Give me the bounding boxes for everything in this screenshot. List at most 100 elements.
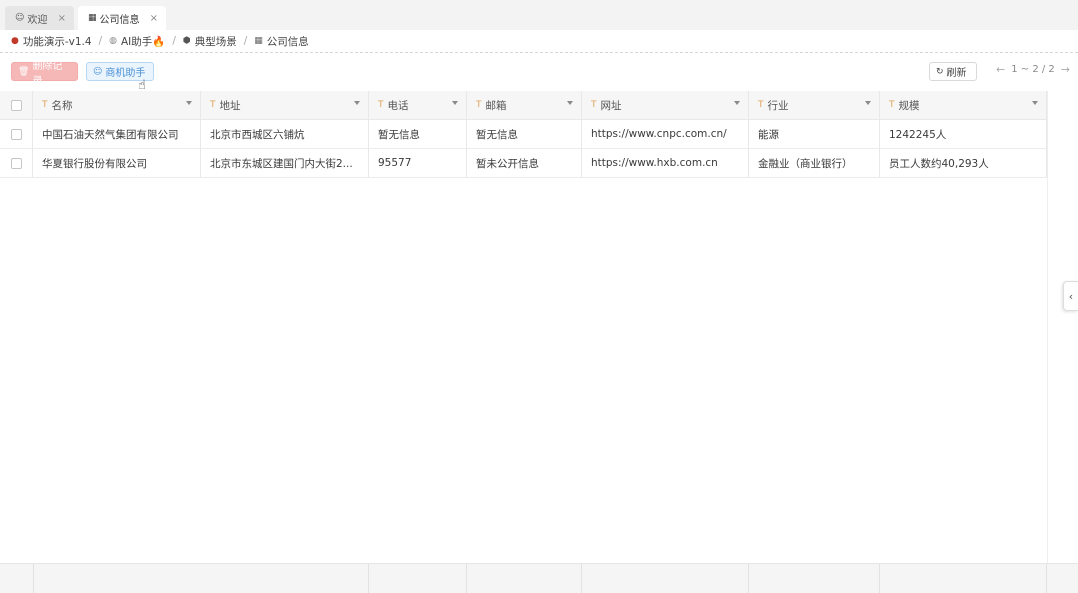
footer-cell	[34, 564, 369, 593]
column-label: 规模	[898, 99, 920, 112]
column-header-email[interactable]: T 邮箱	[467, 91, 582, 119]
table-cell[interactable]: 暂无信息	[467, 120, 582, 148]
close-icon[interactable]: ×	[58, 13, 66, 24]
tab-label: 公司信息	[99, 14, 140, 26]
footer-cell	[582, 564, 749, 593]
column-header-address[interactable]: T 地址	[201, 91, 369, 119]
table-cell[interactable]: 暂未公开信息	[467, 149, 582, 177]
text-type-icon: T	[591, 100, 597, 110]
text-type-icon: T	[889, 100, 895, 110]
app-logo-icon: ●	[11, 36, 19, 46]
table-cell[interactable]: 华夏银行股份有限公司	[33, 149, 201, 177]
breadcrumb-label: 功能演示-v1.4	[22, 35, 92, 48]
checkbox[interactable]	[10, 157, 22, 169]
column-label: 地址	[219, 99, 241, 112]
column-label: 名称	[51, 99, 73, 112]
text-type-icon: T	[476, 100, 482, 110]
pagination: ← 1 ~ 2 / 2 →	[990, 63, 1076, 76]
column-header-industry[interactable]: T 行业	[749, 91, 880, 119]
side-panel	[1047, 91, 1078, 563]
table-cell[interactable]: 1242245人	[880, 120, 1047, 148]
robot-icon: ☺	[93, 66, 103, 77]
table-cell[interactable]: https://www.cnpc.com.cn/	[582, 120, 749, 148]
toolbar: 🗑 删除记录 ☺ 商机助手 ↻ 刷新 ← 1 ~ 2 / 2 →	[0, 54, 1078, 88]
breadcrumb-item-ai[interactable]: ◍ AI助手🔥	[109, 34, 165, 49]
table-cell[interactable]: 北京市西城区六铺炕	[201, 120, 369, 148]
footer-cell	[749, 564, 880, 593]
table-icon: ▦	[88, 13, 97, 23]
table-row[interactable]: 中国石油天然气集团有限公司 北京市西城区六铺炕 暂无信息 暂无信息 https:…	[0, 120, 1047, 149]
column-header-scale[interactable]: T 规模	[880, 91, 1047, 119]
table-cell[interactable]: 金融业（商业银行）	[749, 149, 880, 177]
breadcrumb-label: 典型场景	[194, 35, 237, 48]
checkbox[interactable]	[10, 128, 22, 140]
footer-cell	[467, 564, 582, 593]
caret-down-icon[interactable]	[567, 101, 573, 105]
pagination-text: 1 ~ 2 / 2	[1011, 64, 1055, 75]
breadcrumb-item-app[interactable]: ● 功能演示-v1.4	[11, 34, 92, 49]
breadcrumb-label: 公司信息	[266, 35, 309, 48]
footer-cell	[880, 564, 1047, 593]
tab-label: 欢迎	[27, 14, 48, 26]
breadcrumb-label: AI助手🔥	[120, 35, 166, 48]
table-cell[interactable]: https://www.hxb.com.cn	[582, 149, 749, 177]
column-header-name[interactable]: T 名称	[33, 91, 201, 119]
table-cell[interactable]: 北京市东城区建国门内大街2...	[201, 149, 369, 177]
column-label: 网址	[600, 99, 622, 112]
button-label: 刷新	[946, 68, 967, 79]
table-header: T 名称 T 地址 T 电话 T 邮箱 T 网址 T 行业 T 规模	[0, 91, 1047, 120]
table-cell[interactable]: 暂无信息	[369, 120, 467, 148]
caret-down-icon[interactable]	[1032, 101, 1038, 105]
table-cell[interactable]: 员工人数约40,293人	[880, 149, 1047, 177]
delete-record-button[interactable]: 🗑 删除记录	[11, 61, 78, 87]
close-icon[interactable]: ×	[150, 13, 158, 24]
button-label: 删除记录	[32, 60, 63, 87]
smile-icon: ☺	[15, 13, 25, 23]
column-label: 电话	[387, 99, 409, 112]
caret-down-icon[interactable]	[354, 101, 360, 105]
table-cell[interactable]: 能源	[749, 120, 880, 148]
column-header-phone[interactable]: T 电话	[369, 91, 467, 119]
tab-bar: ☺ 欢迎 × ▦ 公司信息 ×	[0, 0, 1078, 30]
refresh-button[interactable]: ↻ 刷新	[929, 62, 977, 81]
tab-welcome[interactable]: ☺ 欢迎 ×	[5, 6, 74, 30]
tab-company-info[interactable]: ▦ 公司信息 ×	[78, 6, 166, 30]
row-select[interactable]	[0, 120, 33, 148]
app-window: ☺ 欢迎 × ▦ 公司信息 × ● 功能演示-v1.4 / ◍ AI助手🔥 / …	[0, 0, 1078, 593]
trash-icon: 🗑	[18, 66, 30, 77]
breadcrumb-separator: /	[98, 35, 103, 47]
breadcrumb-separator: /	[172, 35, 176, 47]
table-row[interactable]: 华夏银行股份有限公司 北京市东城区建国门内大街2... 95577 暂未公开信息…	[0, 149, 1047, 178]
column-label: 行业	[767, 99, 789, 112]
header-select-all[interactable]	[0, 91, 33, 119]
column-header-website[interactable]: T 网址	[582, 91, 749, 119]
prev-page-icon[interactable]: ←	[996, 63, 1005, 76]
button-label: 商机助手	[105, 68, 146, 79]
refresh-icon: ↻	[936, 66, 944, 77]
row-select[interactable]	[0, 149, 33, 177]
breadcrumb: ● 功能演示-v1.4 / ◍ AI助手🔥 / ⬢ 典型场景 / ▦ 公司信息	[0, 30, 1078, 53]
text-type-icon: T	[210, 100, 216, 110]
chevron-left-icon[interactable]: ‹	[1063, 281, 1078, 311]
breadcrumb-separator: /	[243, 35, 248, 47]
footer-cell	[369, 564, 467, 593]
text-type-icon: T	[758, 100, 764, 110]
caret-down-icon[interactable]	[865, 101, 871, 105]
caret-down-icon[interactable]	[734, 101, 740, 105]
breadcrumb-item-company[interactable]: ▦ 公司信息	[254, 34, 309, 49]
caret-down-icon[interactable]	[452, 101, 458, 105]
breadcrumb-item-scenario[interactable]: ⬢ 典型场景	[183, 34, 237, 49]
text-type-icon: T	[378, 100, 384, 110]
table-cell[interactable]: 中国石油天然气集团有限公司	[33, 120, 201, 148]
next-page-icon[interactable]: →	[1061, 63, 1070, 76]
shield-icon: ⬢	[182, 36, 191, 46]
robot-icon: ◍	[109, 36, 117, 46]
checkbox[interactable]	[10, 99, 22, 111]
column-label: 邮箱	[485, 99, 507, 112]
data-table: T 名称 T 地址 T 电话 T 邮箱 T 网址 T 行业 T 规模 中国石油天然气集团有限公…	[0, 91, 1047, 178]
caret-down-icon[interactable]	[186, 101, 192, 105]
text-type-icon: T	[42, 100, 48, 110]
table-cell[interactable]: 95577	[369, 149, 467, 177]
table-icon: ▦	[254, 36, 263, 46]
footer-cell	[0, 564, 34, 593]
